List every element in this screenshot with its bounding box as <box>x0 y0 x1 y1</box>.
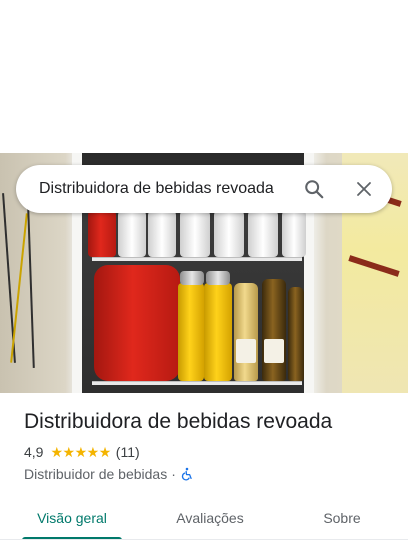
star-icon: ★ <box>98 444 112 460</box>
beer-pack <box>94 265 180 381</box>
search-input[interactable]: Distribuidora de bebidas revoada <box>39 180 296 198</box>
can <box>204 283 232 381</box>
wheelchair-icon[interactable] <box>180 467 194 481</box>
fridge-shelf <box>92 381 302 385</box>
tab-bar: Visão geral Avaliações Sobre <box>0 496 408 540</box>
bottle-label <box>236 339 256 363</box>
can <box>148 211 176 257</box>
place-category: Distribuidor de bebidas <box>24 466 168 482</box>
tab-overview[interactable]: Visão geral <box>0 496 144 540</box>
can <box>214 211 244 257</box>
can <box>180 271 204 285</box>
clear-search-button[interactable] <box>346 171 382 207</box>
search-icon <box>305 180 324 199</box>
fridge-shelf <box>92 257 302 261</box>
place-title: Distribuidora de bebidas revoada <box>24 410 333 433</box>
rating-row[interactable]: 4,9 ★ ★ ★ ★ ★ (11) <box>24 444 140 460</box>
tabs-divider <box>0 539 408 540</box>
can <box>206 271 230 285</box>
search-bar[interactable]: Distribuidora de bebidas revoada <box>16 165 392 213</box>
close-icon <box>357 182 371 196</box>
can <box>180 211 210 257</box>
bottle-label <box>264 339 284 363</box>
rating-stars: ★ ★ ★ ★ ★ <box>50 444 112 460</box>
category-row: Distribuidor de bebidas · <box>24 466 194 482</box>
can <box>178 283 204 381</box>
cable-decoration <box>10 213 28 363</box>
rating-value: 4,9 <box>24 444 44 460</box>
tab-about[interactable]: Sobre <box>276 496 408 540</box>
star-icon: ★ <box>86 444 100 460</box>
can <box>88 211 116 257</box>
bottle <box>262 279 286 381</box>
can <box>248 211 278 257</box>
cable-decoration <box>27 208 35 368</box>
can <box>118 211 146 257</box>
review-count[interactable]: (11) <box>116 444 140 460</box>
bottle <box>288 287 304 381</box>
star-icon: ★ <box>62 444 76 460</box>
can <box>282 211 306 257</box>
bottle <box>234 283 258 381</box>
separator: · <box>171 466 176 482</box>
star-icon: ★ <box>50 444 63 460</box>
star-icon: ★ <box>74 444 88 460</box>
tab-reviews[interactable]: Avaliações <box>144 496 276 540</box>
search-button[interactable] <box>296 171 332 207</box>
